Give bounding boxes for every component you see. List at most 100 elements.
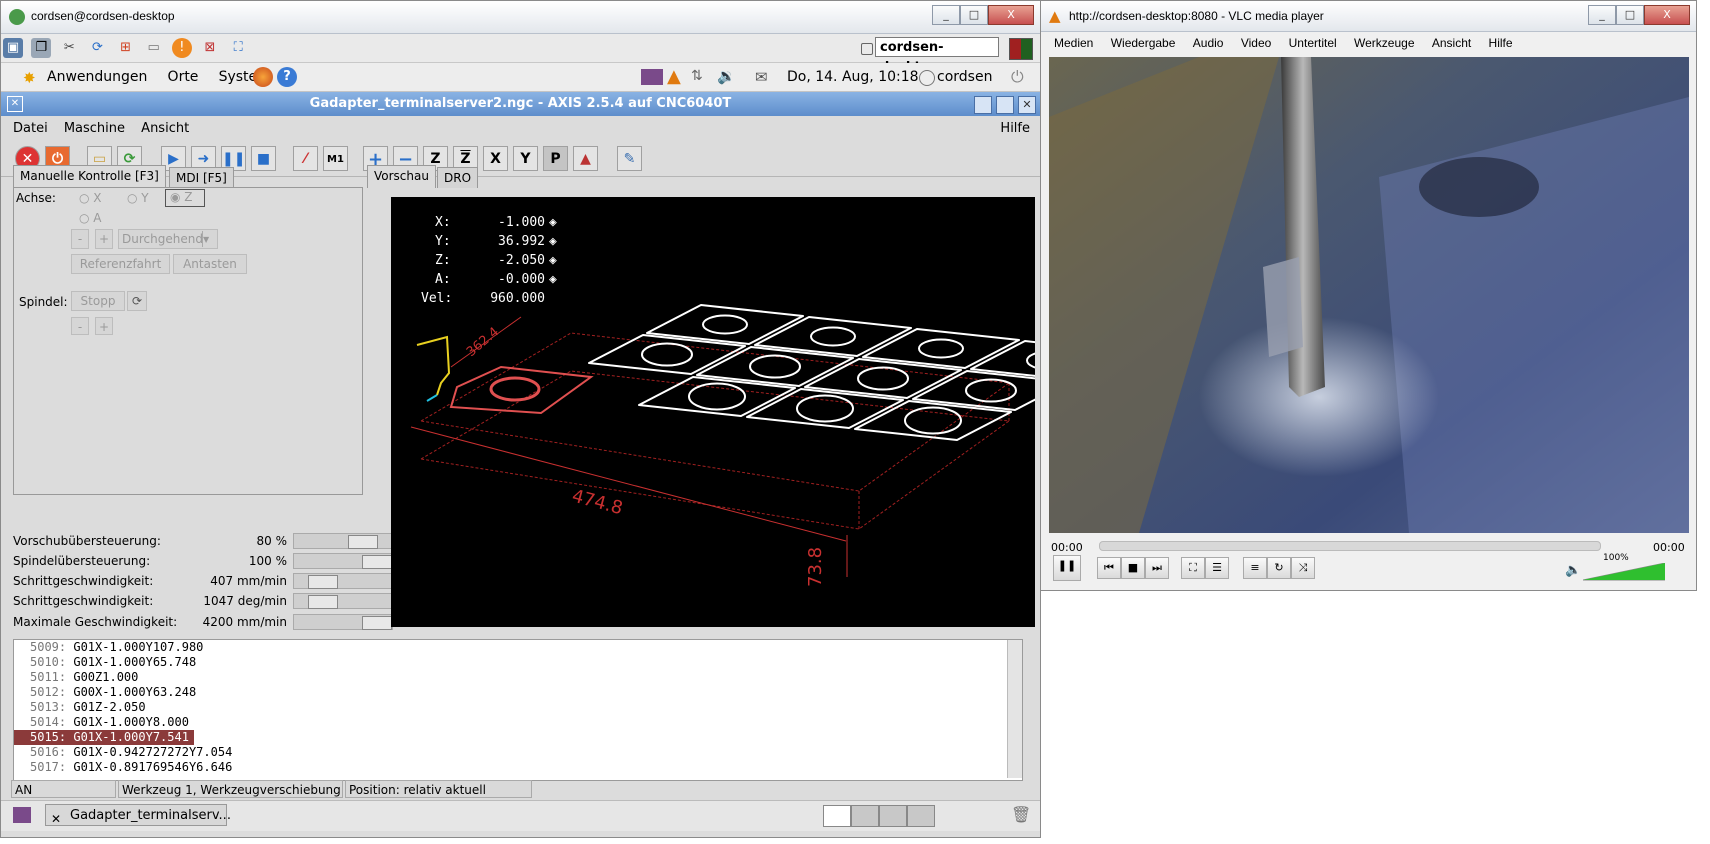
disconnect-icon[interactable]: ⊠ bbox=[200, 38, 220, 58]
radio-z[interactable]: ◉ Z bbox=[165, 189, 205, 207]
vlc-menu-video[interactable]: Video bbox=[1234, 32, 1278, 54]
vlc-volume-slider[interactable] bbox=[1582, 562, 1666, 581]
vlc-seek-bar[interactable] bbox=[1099, 541, 1601, 551]
alert-icon[interactable]: ! bbox=[171, 38, 192, 58]
vlc-playlist-button[interactable]: ≡ bbox=[1243, 557, 1267, 579]
radio-y[interactable]: ○ Y bbox=[127, 191, 149, 205]
vlc-minimize-button[interactable]: _ bbox=[1588, 5, 1616, 25]
taskbar-axis-item[interactable]: ✕ Gadapter_terminalserv... bbox=[45, 804, 231, 826]
gcode-line[interactable]: 5012: G00X-1.000Y63.248 bbox=[14, 685, 1022, 700]
gcode-listing[interactable]: 5009: G01X-1.000Y107.980 5010: G01X-1.000… bbox=[13, 639, 1023, 781]
vlc-menu-audio[interactable]: Audio bbox=[1186, 32, 1231, 54]
gcode-line[interactable]: 5014: G01X-1.000Y8.000 bbox=[14, 715, 1022, 730]
slider-thumb[interactable] bbox=[308, 575, 338, 589]
menu-hilfe[interactable]: Hilfe bbox=[994, 116, 1036, 142]
refresh-icon[interactable]: ⟳ bbox=[87, 38, 107, 58]
mail-icon[interactable]: ✉ bbox=[755, 68, 768, 86]
vlc-shuffle-button[interactable]: ⤨ bbox=[1291, 557, 1315, 579]
radio-a[interactable]: ○ A bbox=[79, 211, 102, 225]
windows-logo-icon[interactable]: ⊞ bbox=[116, 38, 136, 58]
vlc-menu-medien[interactable]: Medien bbox=[1047, 32, 1100, 54]
tab-dro[interactable]: DRO bbox=[437, 167, 479, 188]
help-icon[interactable]: ? bbox=[277, 67, 297, 87]
block-delete-button[interactable]: ⁄ bbox=[293, 146, 318, 171]
video-frame[interactable] bbox=[1049, 57, 1689, 533]
touch-off-button[interactable]: Antasten bbox=[173, 254, 247, 274]
network-icon[interactable]: ⇅ bbox=[691, 68, 703, 84]
vlc-prev-button[interactable]: ⏮ bbox=[1097, 557, 1121, 579]
vlc-settings-button[interactable]: ☰ bbox=[1205, 557, 1229, 579]
vlc-fullscreen-button[interactable]: ⛶ bbox=[1181, 557, 1205, 579]
override-slider[interactable] bbox=[293, 593, 393, 609]
menu-ansicht[interactable]: Ansicht bbox=[135, 116, 195, 142]
override-slider[interactable] bbox=[293, 614, 393, 630]
maximize-button[interactable]: □ bbox=[960, 5, 988, 25]
gcode-current-line[interactable]: 5015: G01X-1.000Y7.541 bbox=[14, 730, 194, 745]
view-y-button[interactable]: Y bbox=[513, 146, 538, 171]
vlc-menu-ansicht[interactable]: Ansicht bbox=[1425, 32, 1478, 54]
tools-icon[interactable]: ✂ bbox=[59, 38, 79, 58]
axis-minimize-button[interactable] bbox=[974, 96, 992, 114]
vlc-close-button[interactable]: X bbox=[1644, 5, 1690, 25]
gcode-line[interactable]: 5016: G01X-0.942727272Y7.054 bbox=[14, 745, 1022, 760]
panel-user[interactable]: cordsen bbox=[937, 63, 992, 91]
power-icon[interactable]: ⏻ bbox=[1011, 67, 1024, 87]
vlc-pause-button[interactable]: ❚❚ bbox=[1053, 555, 1081, 581]
spindle-plus-button[interactable]: + bbox=[95, 317, 113, 335]
workspace-4[interactable] bbox=[907, 805, 935, 827]
jog-mode-select[interactable]: Durchgehend ▼ bbox=[118, 229, 218, 249]
slider-thumb[interactable] bbox=[308, 595, 338, 609]
vnc-titlebar[interactable]: cordsen@cordsen-desktop _ □ X bbox=[1, 1, 1040, 34]
view-x-button[interactable]: X bbox=[483, 146, 508, 171]
gcode-line[interactable]: 5017: G01X-0.891769546Y6.646 bbox=[14, 760, 1022, 775]
jog-minus-button[interactable]: - bbox=[71, 229, 89, 249]
host-field[interactable]: cordsen-desktop bbox=[875, 37, 999, 75]
firefox-icon[interactable] bbox=[253, 67, 273, 87]
workspace-2[interactable] bbox=[851, 805, 879, 827]
vlc-menu-hilfe[interactable]: Hilfe bbox=[1482, 32, 1520, 54]
vlc-stop-button[interactable]: ■ bbox=[1121, 557, 1145, 579]
menu-maschine[interactable]: Maschine bbox=[58, 116, 131, 142]
workspace-1[interactable] bbox=[823, 805, 851, 827]
slider-thumb[interactable] bbox=[348, 535, 378, 549]
menu-applications[interactable]: Anwendungen bbox=[39, 63, 155, 91]
slider-thumb[interactable] bbox=[362, 616, 392, 630]
override-slider[interactable] bbox=[293, 553, 393, 569]
gcode-line[interactable]: 5011: G00Z1.000 bbox=[14, 670, 1022, 685]
slider-thumb[interactable] bbox=[362, 555, 392, 569]
jog-plus-button[interactable]: + bbox=[95, 229, 113, 249]
workspace-3[interactable] bbox=[879, 805, 907, 827]
axis-close-button[interactable]: ✕ bbox=[1018, 96, 1036, 114]
vlc-next-button[interactable]: ⏭ bbox=[1145, 557, 1169, 579]
axis-titlebar[interactable]: ✕ Gadapter_terminalserver2.ngc - AXIS 2.… bbox=[1, 92, 1040, 116]
close-button[interactable]: X bbox=[988, 5, 1034, 25]
axis-maximize-button[interactable] bbox=[996, 96, 1014, 114]
menu-places[interactable]: Orte bbox=[160, 63, 207, 91]
toolpath-preview[interactable]: 474.8 362.4 73.8 X: -1.000 ◈ Y: 36.992 ◈ Z: -2.… bbox=[391, 197, 1128, 627]
panel-clock[interactable]: Do, 14. Aug, 10:18 bbox=[787, 63, 919, 91]
windows-icon[interactable]: ❐ bbox=[31, 38, 52, 58]
gcode-scrollbar[interactable] bbox=[1007, 640, 1022, 778]
spindle-minus-button[interactable]: - bbox=[71, 317, 89, 335]
stop-button[interactable]: ■ bbox=[251, 146, 276, 171]
minimize-button[interactable]: _ bbox=[932, 5, 960, 25]
clear-plot-button[interactable]: ✎ bbox=[617, 146, 642, 171]
tab-mdi[interactable]: MDI [F5] bbox=[169, 167, 234, 188]
rotate-view-button[interactable]: ▲ bbox=[573, 146, 598, 171]
vlc-loop-button[interactable]: ↻ bbox=[1267, 557, 1291, 579]
vlc-menu-wiedergabe[interactable]: Wiedergabe bbox=[1104, 32, 1183, 54]
vlc-maximize-button[interactable]: □ bbox=[1616, 5, 1644, 25]
volume-icon[interactable]: 🔉 bbox=[717, 67, 736, 85]
radio-x[interactable]: ○ X bbox=[79, 191, 102, 205]
menu-datei[interactable]: Datei bbox=[7, 116, 54, 142]
vlc-menu-untertitel[interactable]: Untertitel bbox=[1282, 32, 1344, 54]
optional-stop-button[interactable]: M1 bbox=[323, 146, 348, 171]
home-button[interactable]: Referenzfahrt bbox=[71, 254, 170, 274]
tab-manual-control[interactable]: Manuelle Kontrolle [F3] bbox=[13, 165, 166, 188]
trash-icon[interactable]: 🗑 bbox=[1011, 805, 1031, 824]
override-slider[interactable] bbox=[293, 573, 393, 589]
vlc-tray-icon[interactable]: ▲ bbox=[667, 66, 681, 87]
gcode-line[interactable]: 5010: G01X-1.000Y65.748 bbox=[14, 655, 1022, 670]
view-p-button[interactable]: P bbox=[543, 146, 568, 171]
vnc-monitor-icon[interactable] bbox=[641, 69, 663, 85]
